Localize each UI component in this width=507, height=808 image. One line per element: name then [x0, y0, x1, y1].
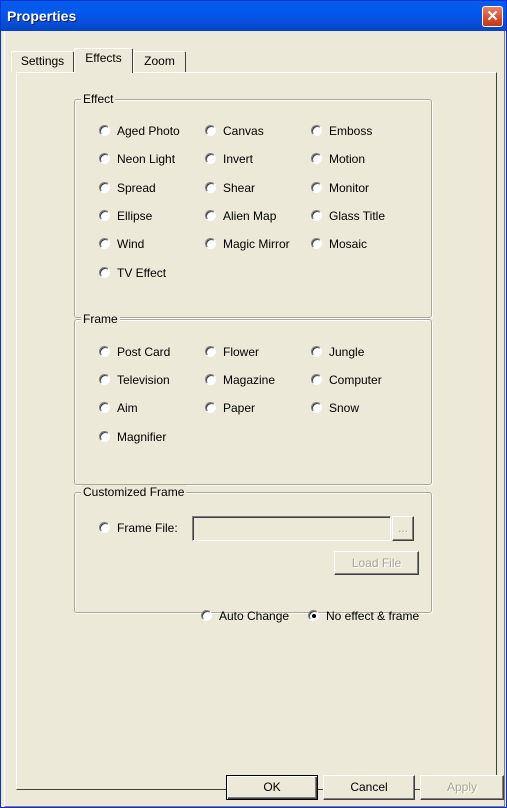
radio-circle[interactable]	[99, 431, 110, 442]
radio-label: Frame File:	[117, 521, 178, 535]
ok-button[interactable]: OK	[226, 775, 318, 800]
frame-group-label: Frame	[81, 312, 120, 326]
radio-circle[interactable]	[205, 125, 216, 136]
radio-label: Television	[117, 373, 170, 387]
radio-circle[interactable]	[311, 182, 322, 193]
radio-label: TV Effect	[117, 266, 167, 280]
radio-circle[interactable]	[99, 402, 110, 413]
cancel-button[interactable]: Cancel	[323, 775, 415, 800]
radio-label: Flower	[223, 345, 260, 359]
radio-circle[interactable]	[311, 153, 322, 164]
tab-settings[interactable]: Settings	[11, 51, 74, 72]
radio-circle[interactable]	[99, 522, 110, 533]
effect-group: Effect Aged Photo Canvas Emboss Neon Lig…	[74, 92, 432, 318]
close-icon: ✕	[486, 8, 499, 25]
radio-label: Invert	[223, 152, 254, 166]
radio-label: Aim	[117, 401, 138, 415]
radio-circle[interactable]	[205, 346, 216, 357]
radio-label: Motion	[329, 152, 366, 166]
radio-label: Aged Photo	[117, 124, 180, 138]
radio-circle[interactable]	[99, 346, 110, 357]
radio-circle[interactable]	[99, 125, 110, 136]
radio-circle[interactable]	[311, 125, 322, 136]
effect-group-label: Effect	[81, 92, 116, 106]
radio-label: Jungle	[329, 345, 365, 359]
customized-frame-label: Customized Frame	[81, 485, 187, 499]
radio-circle[interactable]	[99, 238, 110, 249]
tab-effects[interactable]: Effects	[74, 48, 133, 73]
radio-label: Spread	[117, 181, 156, 195]
radio-label: Emboss	[329, 124, 373, 138]
radio-circle[interactable]	[99, 153, 110, 164]
properties-window: Properties ✕ Settings Effects Zoom Effec…	[0, 0, 507, 808]
radio-label: Magic Mirror	[223, 237, 290, 251]
dialog-body: Settings Effects Zoom Effect Aged Photo …	[4, 31, 505, 807]
window-title: Properties	[7, 8, 77, 24]
radio-circle[interactable]	[205, 238, 216, 249]
radio-label: Alien Map	[223, 209, 277, 223]
load-file-button[interactable]: Load File	[334, 551, 419, 575]
radio-circle[interactable]	[311, 238, 322, 249]
browse-button[interactable]: ...	[392, 516, 414, 541]
radio-circle[interactable]	[205, 153, 216, 164]
radio-circle[interactable]	[205, 402, 216, 413]
tab-zoom[interactable]: Zoom	[133, 51, 186, 72]
radio-label: Neon Light	[117, 152, 176, 166]
radio-label: Glass Title	[329, 209, 386, 223]
radio-circle[interactable]	[99, 210, 110, 221]
radio-circle[interactable]	[311, 374, 322, 385]
radio-label: Magazine	[223, 373, 276, 387]
radio-circle[interactable]	[205, 374, 216, 385]
radio-label: Wind	[117, 237, 145, 251]
radio-label: Snow	[329, 401, 360, 415]
apply-button[interactable]: Apply	[420, 775, 504, 800]
radio-label: Post Card	[117, 345, 171, 359]
frame-file-input[interactable]	[192, 516, 391, 541]
radio-circle[interactable]	[205, 182, 216, 193]
radio-label: Canvas	[223, 124, 264, 138]
radio-circle[interactable]	[201, 610, 212, 621]
radio-label: Shear	[223, 181, 256, 195]
radio-circle[interactable]	[308, 610, 319, 621]
radio-label: Ellipse	[117, 209, 153, 223]
close-button[interactable]: ✕	[482, 6, 503, 27]
radio-label: No effect & frame	[326, 609, 420, 623]
title-bar[interactable]: Properties ✕	[1, 1, 506, 31]
radio-label: Computer	[329, 373, 382, 387]
radio-circle[interactable]	[311, 346, 322, 357]
radio-circle[interactable]	[311, 210, 322, 221]
radio-label: Paper	[223, 401, 256, 415]
radio-circle[interactable]	[99, 267, 110, 278]
radio-circle[interactable]	[99, 374, 110, 385]
frame-group: Frame Post Card Flower Jungle Television…	[74, 312, 432, 485]
customized-frame-group: Customized Frame Frame File: ... Load Fi…	[74, 485, 432, 613]
radio-label: Mosaic	[329, 237, 368, 251]
radio-circle[interactable]	[205, 210, 216, 221]
radio-circle[interactable]	[99, 182, 110, 193]
radio-label: Auto Change	[219, 609, 290, 623]
radio-circle[interactable]	[311, 402, 322, 413]
radio-label: Monitor	[329, 181, 370, 195]
radio-label: Magnifier	[117, 430, 167, 444]
